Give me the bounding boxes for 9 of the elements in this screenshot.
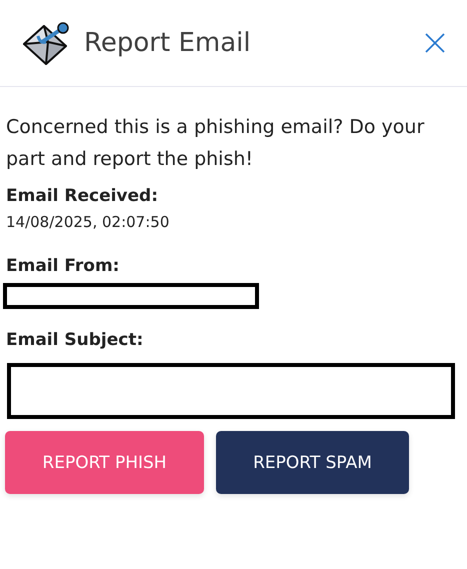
close-icon[interactable] — [425, 33, 445, 53]
intro-text: Concerned this is a phishing email? Do your part and report the phish! — [6, 115, 426, 172]
header-title: Report Email — [84, 28, 252, 58]
field-label: Email Received: — [6, 185, 160, 208]
field-label: Email Subject: — [6, 329, 144, 352]
report-button[interactable]: REPORT PHISH — [5, 431, 204, 494]
report-button[interactable]: REPORT SPAM — [216, 431, 409, 494]
field-label: Email From: — [6, 255, 120, 278]
field-value: 14/08/2025, 02:07:50 — [6, 212, 170, 233]
